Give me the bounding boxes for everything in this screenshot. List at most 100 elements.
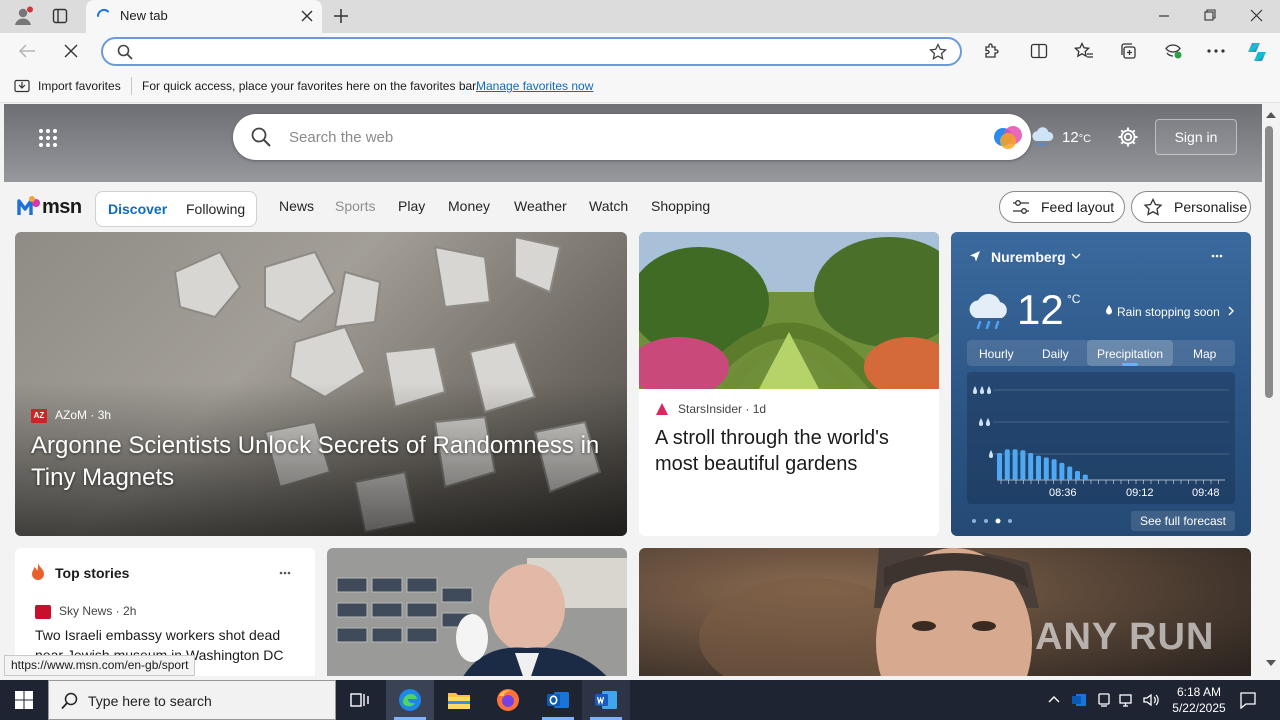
taskbar: Type here to search 6:18 AM 5/22/2025 [0,680,1280,720]
profile-icon[interactable] [12,6,34,28]
precip-bar [1059,462,1065,480]
manage-favorites-link[interactable]: Manage favorites now [476,79,593,93]
favorites-bar: Import favorites For quick access, place… [0,70,1280,103]
tab-discover[interactable]: Discover [108,201,167,217]
clock-time: 6:18 AM [1176,685,1222,699]
top-stories-title[interactable]: Top stories [55,565,129,581]
tray-outlook-icon[interactable] [1071,692,1087,708]
feed-layout-button[interactable]: Feed layout [999,191,1125,223]
tab-new-tab[interactable]: New tab [86,0,322,33]
page-scrollbar[interactable] [1262,104,1280,676]
file-explorer-icon[interactable] [447,689,471,711]
weather-unit: °C [1067,292,1081,306]
nav-shopping[interactable]: Shopping [651,198,710,214]
weather-card[interactable]: Nuremberg 12 °C Rain stopping soon Hourl… [951,232,1251,536]
split-screen-icon[interactable] [1030,42,1048,60]
top-stories-more-icon[interactable] [279,571,291,575]
scroll-up-icon[interactable] [1266,111,1276,118]
collections-icon[interactable] [1119,42,1137,60]
notifications-icon[interactable] [1239,691,1257,709]
nav-news[interactable]: News [279,198,314,214]
favorites-icon[interactable] [1074,42,1094,60]
taskbar-outlook[interactable] [534,680,582,720]
weather-tab-daily[interactable]: Daily [1042,347,1069,361]
extensions-icon[interactable] [982,42,1000,60]
weather-tab-hourly[interactable]: Hourly [979,347,1014,361]
tab-actions-icon[interactable] [52,8,68,24]
stop-loading-icon[interactable] [64,44,78,58]
favorites-hint: For quick access, place your favorites h… [142,79,479,93]
precip-time-3: 09:48 [1192,487,1220,499]
taskbar-search-box[interactable]: Type here to search [48,680,336,720]
precip-bar [1028,453,1034,480]
header-temp-value: 12 [1062,129,1079,146]
taskbar-word[interactable] [582,680,630,720]
hero-headline[interactable]: Argonne Scientists Unlock Secrets of Ran… [31,430,621,494]
close-window-button[interactable] [1250,9,1263,22]
network-icon[interactable] [1119,692,1135,708]
sign-in-button[interactable]: Sign in [1155,119,1237,155]
precip-bar [1067,466,1073,480]
nav-money[interactable]: Money [448,198,490,214]
header-temp[interactable]: 12°C [1062,129,1091,146]
taskbar-edge-active[interactable] [386,680,434,720]
large-story-card[interactable]: ANY RUN [639,548,1251,676]
msn-logo-icon[interactable] [17,195,41,217]
flame-icon [31,563,45,581]
volume-icon[interactable] [1142,692,1160,708]
see-full-forecast-button[interactable]: See full forecast [1131,511,1235,531]
hero-source: AZoM · 3h [55,408,112,422]
nav-watch[interactable]: Watch [589,198,628,214]
firefox-icon[interactable] [496,688,520,712]
garden-headline[interactable]: A stroll through the world's most beauti… [655,425,925,477]
nav-weather[interactable]: Weather [514,198,567,214]
hero-age: 3h [97,408,112,422]
precipitation-bars [993,389,1229,484]
condition-chevron-right-icon[interactable] [1228,306,1234,316]
web-search-box[interactable]: Search the web [233,114,1031,160]
favorite-star-icon[interactable] [929,43,947,61]
weather-tab-precipitation[interactable]: Precipitation [1097,347,1163,361]
raindrop-icon [1105,305,1113,315]
browser-essentials-icon[interactable] [1163,42,1183,60]
address-bar[interactable] [101,37,962,66]
msn-logo-text[interactable]: msn [42,196,82,219]
weather-more-icon[interactable] [1211,254,1223,258]
hero-card[interactable]: AZ AZoM · 3h Argonne Scientists Unlock S… [15,232,627,536]
show-hidden-icons-chevron-up-icon[interactable] [1048,695,1060,703]
close-tab-icon[interactable] [300,9,314,23]
back-icon[interactable] [18,43,36,59]
nav-sports[interactable]: Sports [335,198,375,214]
nav-play[interactable]: Play [398,198,425,214]
app-launcher-icon[interactable] [38,128,58,148]
task-view-icon[interactable] [350,691,370,709]
new-tab-button[interactable] [333,8,349,24]
weather-condition[interactable]: Rain stopping soon [1117,305,1220,319]
precip-bar [1051,459,1057,480]
clock[interactable]: 6:18 AM 5/22/2025 [1166,684,1232,716]
solar-story-card[interactable] [327,548,627,676]
minimize-button[interactable] [1158,10,1170,22]
weather-tab-indicator [1122,363,1138,366]
settings-more-icon[interactable] [1207,49,1225,53]
personalise-button[interactable]: Personalise [1131,191,1251,223]
garden-source-name: StarsInsider [678,402,743,416]
copilot-search-icon[interactable] [993,123,1023,151]
tray-device-icon[interactable] [1096,692,1112,708]
weather-pager-dots[interactable] [971,518,1015,524]
status-url: https://www.msn.com/en-gb/sport [4,655,196,676]
restore-button[interactable] [1204,9,1216,21]
header-weather-icon[interactable] [1030,126,1056,148]
windows-start-icon[interactable] [15,691,33,709]
garden-card[interactable]: StarsInsider · 1d A stroll through the w… [639,232,939,536]
city-chevron-down-icon[interactable] [1071,253,1081,259]
scroll-thumb[interactable] [1265,126,1273,398]
tab-following[interactable]: Following [186,201,245,217]
starsinsider-logo-icon [655,402,669,416]
import-favorites-button[interactable]: Import favorites [38,79,121,93]
weather-city[interactable]: Nuremberg [991,249,1066,265]
copilot-icon[interactable] [1245,40,1269,64]
weather-tab-map[interactable]: Map [1193,347,1216,361]
scroll-down-icon[interactable] [1266,660,1276,667]
page-settings-icon[interactable] [1117,126,1139,148]
